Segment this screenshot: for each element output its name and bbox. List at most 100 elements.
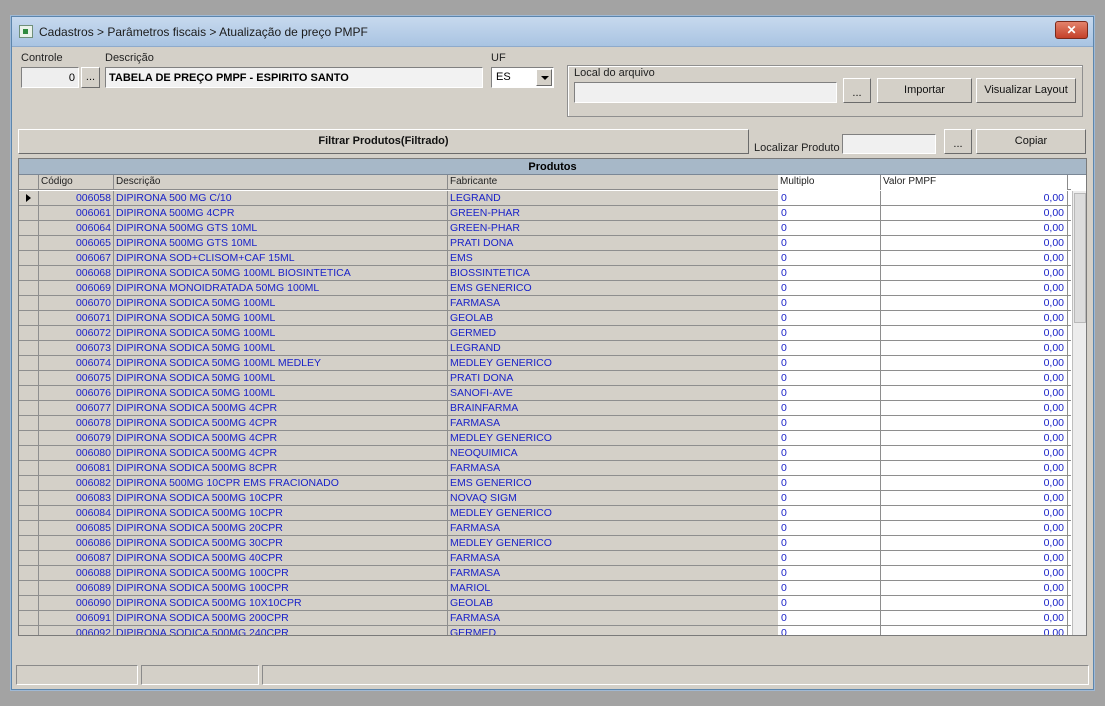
cell-codigo[interactable]: 006058	[39, 191, 114, 205]
cell-valor-pmpf[interactable]: 0,00	[881, 236, 1068, 250]
cell-descricao[interactable]: DIPIRONA SODICA 500MG 100CPR	[114, 566, 448, 580]
controle-field[interactable]: 0	[21, 67, 79, 88]
cell-fabricante[interactable]: NEOQUIMICA	[448, 446, 779, 460]
cell-codigo[interactable]: 006072	[39, 326, 114, 340]
table-row[interactable]: 006084 DIPIRONA SODICA 500MG 10CPR MEDLEY …	[19, 506, 779, 521]
cell-valor-pmpf[interactable]: 0,00	[881, 611, 1068, 625]
cell-valor-pmpf[interactable]: 0,00	[881, 326, 1068, 340]
cell-fabricante[interactable]: FARMASA	[448, 461, 779, 475]
cell-codigo[interactable]: 006070	[39, 296, 114, 310]
row-indicator[interactable]	[19, 266, 39, 280]
cell-codigo[interactable]: 006074	[39, 356, 114, 370]
table-row-values[interactable]: 0 0,00	[778, 611, 1071, 626]
table-row-values[interactable]: 0 0,00	[778, 581, 1071, 596]
close-button[interactable]: ✕	[1055, 21, 1088, 39]
table-row[interactable]: 006076 DIPIRONA SODICA 50MG 100ML SANOFI-A…	[19, 386, 779, 401]
cell-descricao[interactable]: DIPIRONA SODICA 500MG 10X10CPR	[114, 596, 448, 610]
row-indicator[interactable]	[19, 506, 39, 520]
cell-descricao[interactable]: DIPIRONA SODICA 500MG 8CPR	[114, 461, 448, 475]
cell-fabricante[interactable]: GERMED	[448, 326, 779, 340]
cell-codigo[interactable]: 006068	[39, 266, 114, 280]
cell-multiplo[interactable]: 0	[778, 326, 881, 340]
cell-multiplo[interactable]: 0	[778, 491, 881, 505]
uf-select[interactable]: ES	[491, 67, 554, 88]
cell-valor-pmpf[interactable]: 0,00	[881, 356, 1068, 370]
cell-valor-pmpf[interactable]: 0,00	[881, 536, 1068, 550]
row-indicator[interactable]	[19, 386, 39, 400]
table-row-values[interactable]: 0 0,00	[778, 431, 1071, 446]
table-row[interactable]: 006085 DIPIRONA SODICA 500MG 20CPR FARMASA	[19, 521, 779, 536]
table-row-values[interactable]: 0 0,00	[778, 386, 1071, 401]
cell-codigo[interactable]: 006086	[39, 536, 114, 550]
row-indicator[interactable]	[19, 596, 39, 610]
cell-valor-pmpf[interactable]: 0,00	[881, 206, 1068, 220]
table-row-values[interactable]: 0 0,00	[778, 536, 1071, 551]
localizar-produto-field[interactable]	[842, 134, 936, 154]
cell-multiplo[interactable]: 0	[778, 386, 881, 400]
cell-valor-pmpf[interactable]: 0,00	[881, 296, 1068, 310]
header-descricao[interactable]: Descrição	[114, 175, 448, 190]
row-indicator[interactable]	[19, 356, 39, 370]
cell-descricao[interactable]: DIPIRONA 500MG 10CPR EMS FRACIONADO	[114, 476, 448, 490]
cell-multiplo[interactable]: 0	[778, 461, 881, 475]
localizar-browse-button[interactable]: ...	[944, 129, 972, 154]
cell-codigo[interactable]: 006075	[39, 371, 114, 385]
visualizar-layout-button[interactable]: Visualizar Layout	[976, 78, 1076, 103]
table-row-values[interactable]: 0 0,00	[778, 476, 1071, 491]
cell-valor-pmpf[interactable]: 0,00	[881, 461, 1068, 475]
table-row[interactable]: 006090 DIPIRONA SODICA 500MG 10X10CPR GEOL…	[19, 596, 779, 611]
row-indicator[interactable]	[19, 251, 39, 265]
row-indicator[interactable]	[19, 371, 39, 385]
cell-multiplo[interactable]: 0	[778, 281, 881, 295]
cell-valor-pmpf[interactable]: 0,00	[881, 626, 1068, 635]
row-indicator[interactable]	[19, 551, 39, 565]
table-row-values[interactable]: 0 0,00	[778, 416, 1071, 431]
cell-multiplo[interactable]: 0	[778, 401, 881, 415]
cell-fabricante[interactable]: SANOFI-AVE	[448, 386, 779, 400]
vertical-scrollbar[interactable]	[1072, 191, 1086, 635]
cell-codigo[interactable]: 006078	[39, 416, 114, 430]
row-indicator[interactable]	[19, 281, 39, 295]
cell-valor-pmpf[interactable]: 0,00	[881, 401, 1068, 415]
cell-codigo[interactable]: 006067	[39, 251, 114, 265]
table-row[interactable]: 006078 DIPIRONA SODICA 500MG 4CPR FARMASA	[19, 416, 779, 431]
table-row[interactable]: 006073 DIPIRONA SODICA 50MG 100ML LEGRAND	[19, 341, 779, 356]
cell-fabricante[interactable]: MEDLEY GENERICO	[448, 536, 779, 550]
local-arquivo-browse-button[interactable]: ...	[843, 78, 871, 103]
table-row[interactable]: 006072 DIPIRONA SODICA 50MG 100ML GERMED	[19, 326, 779, 341]
cell-fabricante[interactable]: GREEN-PHAR	[448, 221, 779, 235]
cell-valor-pmpf[interactable]: 0,00	[881, 281, 1068, 295]
table-row-values[interactable]: 0 0,00	[778, 626, 1071, 635]
local-arquivo-field[interactable]	[574, 82, 837, 103]
row-indicator[interactable]	[19, 311, 39, 325]
row-indicator[interactable]	[19, 611, 39, 625]
scrollbar-thumb[interactable]	[1074, 193, 1086, 323]
table-row[interactable]: 006077 DIPIRONA SODICA 500MG 4CPR BRAINFAR…	[19, 401, 779, 416]
cell-codigo[interactable]: 006065	[39, 236, 114, 250]
table-row-values[interactable]: 0 0,00	[778, 491, 1071, 506]
cell-codigo[interactable]: 006084	[39, 506, 114, 520]
cell-multiplo[interactable]: 0	[778, 596, 881, 610]
cell-fabricante[interactable]: EMS GENERICO	[448, 281, 779, 295]
table-row-values[interactable]: 0 0,00	[778, 506, 1071, 521]
cell-descricao[interactable]: DIPIRONA 500MG GTS 10ML	[114, 221, 448, 235]
cell-codigo[interactable]: 006087	[39, 551, 114, 565]
cell-fabricante[interactable]: GREEN-PHAR	[448, 206, 779, 220]
table-row[interactable]: 006068 DIPIRONA SODICA 50MG 100ML BIOSINT…	[19, 266, 779, 281]
cell-valor-pmpf[interactable]: 0,00	[881, 251, 1068, 265]
cell-descricao[interactable]: DIPIRONA SODICA 50MG 100ML	[114, 311, 448, 325]
importar-button[interactable]: Importar	[877, 78, 972, 103]
table-row-values[interactable]: 0 0,00	[778, 446, 1071, 461]
cell-fabricante[interactable]: GEOLAB	[448, 311, 779, 325]
cell-fabricante[interactable]: EMS	[448, 251, 779, 265]
cell-codigo[interactable]: 006090	[39, 596, 114, 610]
cell-fabricante[interactable]: FARMASA	[448, 551, 779, 565]
cell-multiplo[interactable]: 0	[778, 611, 881, 625]
cell-codigo[interactable]: 006069	[39, 281, 114, 295]
cell-valor-pmpf[interactable]: 0,00	[881, 551, 1068, 565]
cell-descricao[interactable]: DIPIRONA SOD+CLISOM+CAF 15ML	[114, 251, 448, 265]
cell-valor-pmpf[interactable]: 0,00	[881, 221, 1068, 235]
row-indicator[interactable]	[19, 521, 39, 535]
row-indicator[interactable]	[19, 491, 39, 505]
copiar-button[interactable]: Copiar	[976, 129, 1086, 154]
